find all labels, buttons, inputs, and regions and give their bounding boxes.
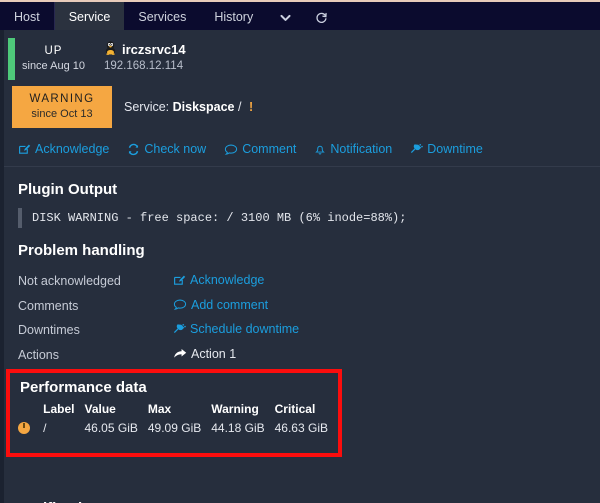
- notification-label: Notification: [330, 142, 393, 157]
- problem-handling-table: Not acknowledged Acknowledge Comments Ad…: [18, 269, 299, 367]
- arrow-right-icon: [173, 347, 187, 360]
- service-separator: /: [237, 100, 242, 114]
- refresh-icon[interactable]: [303, 2, 339, 32]
- column-max: Max: [147, 402, 172, 416]
- host-state-badge[interactable]: UP since Aug 10: [4, 38, 92, 80]
- table-row: / 46.05 GiB 49.09 GiB 44.18 GiB 46.63 Gi…: [18, 421, 338, 435]
- table-header-row: Label Value Max Warning Critical: [18, 402, 338, 421]
- table-row: Comments Add comment: [18, 294, 299, 319]
- refresh-icon: [127, 143, 140, 156]
- service-state-badge[interactable]: WARNING since Oct 13: [12, 86, 112, 129]
- comment-label: Comment: [242, 142, 297, 157]
- service-state-since: since Oct 13: [31, 107, 93, 120]
- acknowledge-label: Acknowledge: [35, 142, 110, 157]
- plug-icon: [410, 143, 424, 156]
- acknowledge-button[interactable]: Acknowledge: [18, 142, 109, 156]
- downtime-label: Downtime: [427, 142, 483, 157]
- tab-services[interactable]: Services: [124, 2, 200, 32]
- column-value: Value: [84, 402, 116, 416]
- warning-dot-icon: [18, 422, 30, 434]
- plugin-output-text: DISK WARNING - free space: / 3100 MB (6%…: [18, 208, 600, 229]
- not-acknowledged-label: Not acknowledged: [18, 274, 121, 289]
- performance-data-heading: Performance data: [20, 379, 147, 396]
- host-state-since: since Aug 10: [22, 60, 85, 73]
- linux-penguin-icon: [104, 40, 117, 58]
- tab-services-label: Services: [138, 10, 187, 24]
- action-1-label: Action 1: [191, 346, 237, 361]
- host-name-label: irczsrvc14: [122, 41, 186, 57]
- status-header: UP since Aug 10 irczsrvc14 192.168.12.11…: [4, 30, 600, 129]
- acknowledge-icon: [18, 143, 31, 156]
- row-critical: 46.63 GiB: [274, 421, 328, 435]
- comment-icon: [173, 298, 187, 311]
- tab-service[interactable]: Service: [54, 2, 125, 32]
- host-name-row[interactable]: irczsrvc14: [104, 40, 186, 58]
- plugin-output-heading: Plugin Output: [18, 181, 118, 199]
- acknowledge-icon: [173, 274, 186, 287]
- service-detail-content: UP since Aug 10 irczsrvc14 192.168.12.11…: [4, 30, 600, 503]
- host-info: irczsrvc14 192.168.12.114: [92, 38, 186, 72]
- acknowledge-link-label: Acknowledge: [190, 273, 265, 288]
- row-max: 49.09 GiB: [147, 421, 202, 435]
- schedule-downtime-link[interactable]: Schedule downtime: [173, 322, 299, 336]
- column-warning: Warning: [211, 402, 259, 416]
- performance-data-highlight-box: Performance data Label Value Max Warning…: [6, 369, 342, 457]
- plug-icon: [173, 323, 186, 336]
- tab-host-label: Host: [14, 10, 40, 24]
- bell-icon: [314, 143, 326, 156]
- downtimes-label: Downtimes: [18, 323, 80, 338]
- schedule-downtime-cell: Schedule downtime: [173, 318, 299, 343]
- action-1-cell: Action 1: [173, 343, 299, 368]
- tab-history-label: History: [214, 10, 254, 24]
- acknowledge-link[interactable]: Acknowledge: [173, 273, 264, 287]
- add-comment-link[interactable]: Add comment: [173, 298, 268, 312]
- service-title: Service: Diskspace / !: [112, 86, 253, 114]
- tab-host[interactable]: Host: [0, 2, 55, 32]
- add-comment-link-label: Add comment: [191, 297, 269, 312]
- action-1-link[interactable]: Action 1: [173, 347, 236, 361]
- performance-data-table: Label Value Max Warning Critical / 46.05…: [18, 402, 338, 435]
- problem-handling-heading: Problem handling: [18, 242, 145, 260]
- comments-label: Comments: [18, 298, 79, 313]
- notifications-section: Notifications: [4, 492, 600, 503]
- notification-button[interactable]: Notification: [314, 142, 392, 156]
- column-label: Label: [43, 402, 75, 416]
- table-row: Downtimes Schedule downtime: [18, 318, 299, 343]
- chevron-down-icon[interactable]: [267, 2, 303, 32]
- column-critical: Critical: [274, 402, 316, 416]
- downtime-button[interactable]: Downtime: [410, 142, 483, 156]
- acknowledge-cell: Acknowledge: [173, 269, 299, 294]
- service-action-bar: Acknowledge Check now Comment Notificati…: [4, 128, 600, 168]
- comment-icon: [224, 143, 238, 156]
- service-name-label[interactable]: Diskspace: [173, 100, 235, 114]
- service-status-row: WARNING since Oct 13 Service: Diskspace …: [4, 86, 600, 129]
- tab-history[interactable]: History: [200, 2, 267, 32]
- top-tab-bar: Host Service Services History: [0, 0, 600, 32]
- host-state-label: UP: [44, 44, 63, 57]
- check-now-button[interactable]: Check now: [127, 142, 206, 156]
- row-status-cell: [18, 421, 43, 435]
- service-flag-icon: !: [248, 100, 254, 114]
- add-comment-cell: Add comment: [173, 294, 299, 319]
- table-row: Actions Action 1: [18, 343, 299, 368]
- schedule-downtime-link-label: Schedule downtime: [190, 322, 300, 337]
- tab-service-label: Service: [68, 10, 111, 24]
- row-value: 46.05 GiB: [84, 421, 138, 435]
- row-label: /: [43, 421, 47, 435]
- service-prefix-label: Service:: [124, 100, 170, 114]
- actions-label: Actions: [18, 347, 59, 362]
- host-status-row: UP since Aug 10 irczsrvc14 192.168.12.11…: [4, 38, 600, 80]
- comment-button[interactable]: Comment: [224, 142, 296, 156]
- check-now-label: Check now: [144, 142, 207, 157]
- service-state-label: WARNING: [29, 93, 95, 105]
- table-row: Not acknowledged Acknowledge: [18, 269, 299, 294]
- column-status: [18, 402, 43, 421]
- host-state-indicator: [8, 38, 15, 80]
- host-ip: 192.168.12.114: [104, 60, 184, 72]
- row-warning: 44.18 GiB: [211, 421, 265, 435]
